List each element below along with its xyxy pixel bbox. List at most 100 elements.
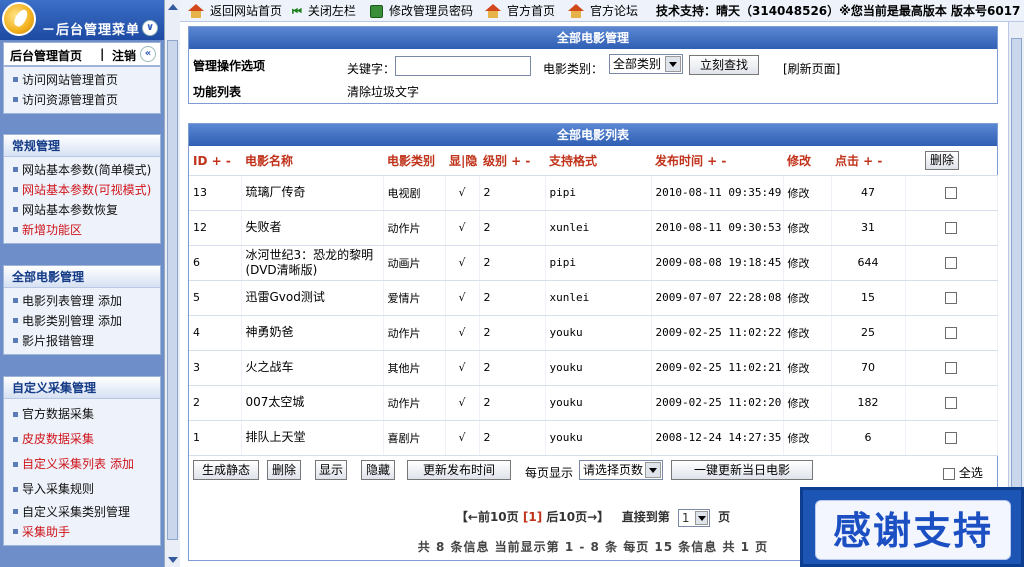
- category-select[interactable]: 全部类别: [609, 54, 683, 74]
- menu-item[interactable]: 电影列表管理 添加: [10, 291, 160, 311]
- row-show-flag[interactable]: √: [445, 350, 480, 386]
- scroll-up-icon[interactable]: [168, 4, 178, 10]
- row-checkbox[interactable]: [945, 327, 957, 339]
- menu-item[interactable]: 自定义采集类别管理: [10, 502, 160, 522]
- official-forum-link[interactable]: 官方论坛: [568, 3, 638, 19]
- page-select[interactable]: 1: [677, 508, 710, 527]
- row-checkbox[interactable]: [945, 292, 957, 304]
- collapse-left-icon[interactable]: «: [140, 46, 156, 62]
- col-time-header[interactable]: 发布时间 + -: [651, 147, 783, 176]
- change-password-link[interactable]: 修改管理员密码: [370, 3, 473, 19]
- row-checkbox[interactable]: [945, 397, 957, 409]
- back-home-label[interactable]: 返回网站首页: [210, 4, 282, 18]
- row-format: pipi: [545, 175, 652, 211]
- close-left-link[interactable]: ⏮ 关闭左栏: [292, 3, 356, 19]
- row-select-cell: [905, 385, 998, 421]
- row-checkbox[interactable]: [945, 187, 957, 199]
- row-edit-link[interactable]: 修改: [783, 385, 832, 421]
- delete-button[interactable]: 删除: [267, 460, 301, 480]
- keyword-input[interactable]: [395, 56, 531, 76]
- row-edit-link[interactable]: 修改: [783, 420, 832, 456]
- row-checkbox[interactable]: [945, 222, 957, 234]
- clear-junk-link[interactable]: 清除垃圾文字: [347, 83, 419, 100]
- prev-10-link[interactable]: 【←前10页: [456, 510, 519, 524]
- select-all[interactable]: 全选: [943, 464, 983, 481]
- add-link[interactable]: 添加: [110, 457, 134, 471]
- chevron-down-icon[interactable]: [694, 510, 708, 525]
- scroll-thumb[interactable]: [167, 40, 178, 540]
- row-checkbox[interactable]: [945, 257, 957, 269]
- row-clicks: 25: [831, 315, 906, 351]
- delete-selected-button[interactable]: 删除: [925, 151, 960, 171]
- main-scrollbar[interactable]: [1008, 22, 1024, 567]
- link-site-admin-home[interactable]: 访问网站管理首页: [10, 70, 160, 90]
- page-select-value: 1: [681, 510, 690, 525]
- close-left-label[interactable]: 关闭左栏: [308, 4, 356, 18]
- row-show-flag[interactable]: √: [445, 420, 480, 456]
- row-show-flag[interactable]: √: [445, 245, 480, 281]
- row-show-flag[interactable]: √: [445, 210, 480, 246]
- table-row: 13 琉璃厂传奇 电视剧 √ 2 pipi 2010-08-11 09:35:49 修改 47: [189, 175, 998, 211]
- movie-search-panel: 全部电影管理 管理操作选项 关键字： 电影类别： 全部类别 立刻查找 [刷新页面…: [188, 26, 998, 104]
- row-edit-link[interactable]: 修改: [783, 280, 832, 316]
- select-all-checkbox[interactable]: [943, 467, 955, 480]
- collapse-menu-icon[interactable]: ∨: [142, 20, 158, 36]
- tab-admin-home[interactable]: 后台管理首页: [10, 47, 82, 64]
- menu-item[interactable]: 影片报错管理: [10, 331, 160, 351]
- logout-link[interactable]: 注销: [112, 47, 136, 64]
- menu-item-label[interactable]: 电影列表管理: [22, 294, 94, 308]
- scroll-down-icon[interactable]: [168, 557, 178, 563]
- hide-button[interactable]: 隐藏: [361, 460, 395, 480]
- row-select-cell: [905, 245, 998, 281]
- menu-item[interactable]: 自定义采集列表 添加: [10, 452, 160, 477]
- row-edit-link[interactable]: 修改: [783, 245, 832, 281]
- official-forum-label[interactable]: 官方论坛: [590, 4, 638, 18]
- menu-item[interactable]: 官方数据采集: [10, 402, 160, 427]
- row-checkbox[interactable]: [945, 432, 957, 444]
- menu-item[interactable]: 新增功能区: [10, 220, 160, 240]
- add-link[interactable]: 添加: [98, 294, 122, 308]
- chevron-down-icon[interactable]: [645, 462, 661, 478]
- chevron-down-icon[interactable]: [665, 56, 681, 72]
- back-home-link[interactable]: 返回网站首页: [188, 3, 282, 19]
- col-id-header[interactable]: ID + -: [189, 147, 241, 176]
- row-edit-link[interactable]: 修改: [783, 315, 832, 351]
- menu-item[interactable]: 网站基本参数恢复: [10, 200, 160, 220]
- change-password-label[interactable]: 修改管理员密码: [389, 4, 473, 18]
- menu-item-label[interactable]: 自定义采集列表: [22, 457, 106, 471]
- menu-item[interactable]: 电影类别管理 添加: [10, 311, 160, 331]
- left-scrollbar[interactable]: [164, 0, 180, 567]
- row-show-flag[interactable]: √: [445, 315, 480, 351]
- menu-item[interactable]: 皮皮数据采集: [10, 427, 160, 452]
- menu-item[interactable]: 采集助手: [10, 522, 160, 542]
- per-page-select[interactable]: 请选择页数: [579, 460, 663, 480]
- menu-item[interactable]: 网站基本参数(可视模式): [10, 180, 160, 200]
- menu-item[interactable]: 导入采集规则: [10, 477, 160, 502]
- add-link[interactable]: 添加: [98, 314, 122, 328]
- link-resource-admin-home[interactable]: 访问资源管理首页: [10, 90, 160, 110]
- search-button[interactable]: 立刻查找: [689, 55, 759, 75]
- home-icon: [568, 4, 584, 18]
- row-checkbox[interactable]: [945, 362, 957, 374]
- row-edit-link[interactable]: 修改: [783, 210, 832, 246]
- refresh-link[interactable]: [刷新页面]: [783, 60, 840, 77]
- next-10-link[interactable]: 后10页→】: [546, 510, 609, 524]
- row-category: 动画片: [383, 245, 446, 281]
- col-clicks-header[interactable]: 点击 + -: [831, 147, 905, 176]
- row-show-flag[interactable]: √: [445, 280, 480, 316]
- generate-static-button[interactable]: 生成静态: [193, 460, 259, 480]
- row-edit-link[interactable]: 修改: [783, 175, 832, 211]
- row-show-flag[interactable]: √: [445, 385, 480, 421]
- table-row: 1 排队上天堂 喜剧片 √ 2 youku 2008-12-24 14:27:35 修改 6: [189, 420, 998, 456]
- show-button[interactable]: 显示: [315, 460, 347, 480]
- menu-item-label[interactable]: 电影类别管理: [22, 314, 94, 328]
- row-show-flag[interactable]: √: [445, 175, 480, 211]
- update-time-button[interactable]: 更新发布时间: [407, 460, 511, 480]
- official-home-link[interactable]: 官方首页: [485, 3, 555, 19]
- menu-item[interactable]: 网站基本参数(简单模式): [10, 160, 160, 180]
- official-home-label[interactable]: 官方首页: [507, 4, 555, 18]
- row-edit-link[interactable]: 修改: [783, 350, 832, 386]
- update-today-button[interactable]: 一键更新当日电影: [671, 460, 813, 480]
- col-level-header[interactable]: 级别 + -: [479, 147, 545, 176]
- scroll-thumb[interactable]: [1011, 38, 1022, 498]
